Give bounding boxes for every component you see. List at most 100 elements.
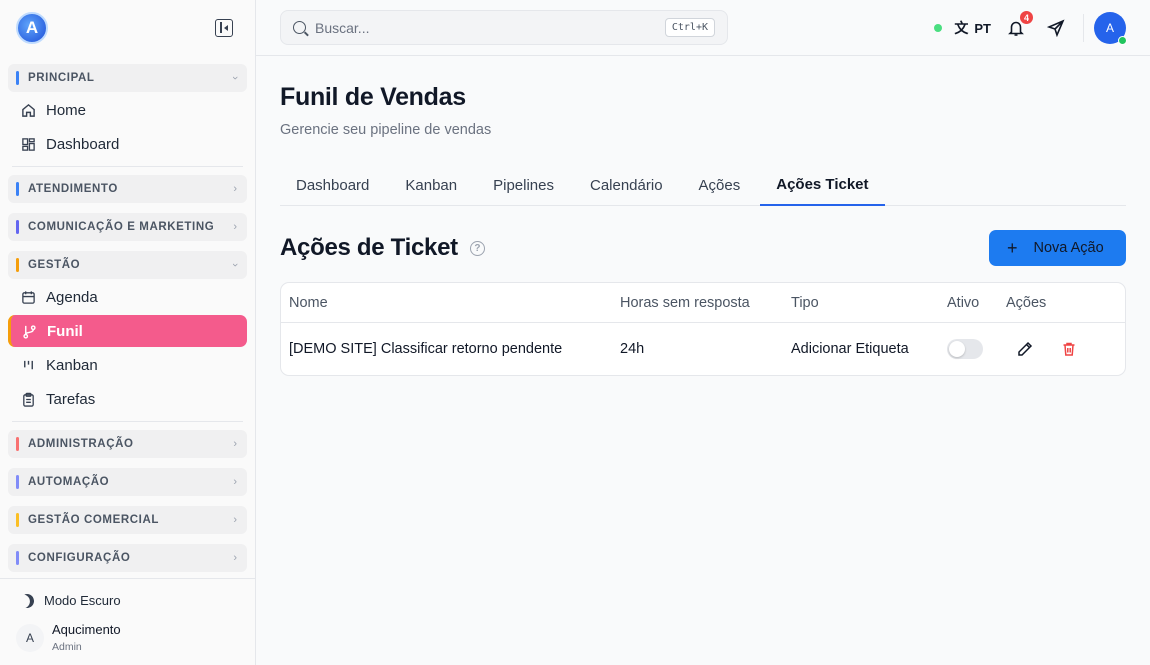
cell-acoes bbox=[1006, 340, 1106, 358]
sidebar-item-label: Tarefas bbox=[46, 390, 96, 408]
chevron-right-icon: › bbox=[233, 438, 237, 450]
topbar-actions: 文 PT 4 A bbox=[934, 10, 1127, 45]
divider bbox=[12, 421, 243, 422]
sidebar-item-label: Funil bbox=[47, 322, 83, 340]
column-header-nome: Nome bbox=[289, 294, 328, 311]
tabs: Dashboard Kanban Pipelines Calendário Aç… bbox=[280, 164, 1126, 206]
shortcut-hint: Ctrl+K bbox=[664, 18, 715, 37]
section-label: CONFIGURAÇÃO bbox=[28, 552, 131, 564]
tab-acoes-ticket[interactable]: Ações Ticket bbox=[760, 164, 885, 206]
chevron-right-icon: › bbox=[233, 221, 237, 233]
main-content: Funil de Vendas Gerencie seu pipeline de… bbox=[280, 56, 1126, 376]
user-name: Aqucimento bbox=[52, 622, 121, 637]
user-role: Admin bbox=[52, 641, 82, 653]
trash-icon[interactable] bbox=[1060, 340, 1078, 358]
search-box[interactable]: Ctrl+K bbox=[280, 10, 728, 45]
section-label: ATENDIMENTO bbox=[28, 183, 118, 195]
section-header: Ações de Ticket ? + Nova Ação bbox=[280, 230, 1126, 266]
home-icon bbox=[20, 102, 36, 118]
tab-dashboard[interactable]: Dashboard bbox=[280, 164, 385, 206]
cell-ativo bbox=[947, 339, 1006, 359]
branch-icon bbox=[21, 323, 37, 339]
section-label: AUTOMAÇÃO bbox=[28, 476, 110, 488]
search-icon bbox=[293, 21, 306, 34]
cell-horas: 24h bbox=[620, 341, 645, 357]
section-label: PRINCIPAL bbox=[28, 72, 95, 84]
notifications-button[interactable]: 4 bbox=[1007, 10, 1034, 37]
help-icon[interactable]: ? bbox=[469, 240, 485, 256]
sidebar-item-label: Home bbox=[46, 101, 87, 119]
sidebar-item-dashboard[interactable]: Dashboard bbox=[8, 128, 247, 160]
section-color-bar bbox=[16, 258, 19, 272]
user-avatar: A bbox=[16, 623, 44, 652]
section-label: GESTÃO COMERCIAL bbox=[28, 514, 159, 526]
sidebar-sections: PRINCIPAL › Home Dashboard ATENDIMENTO ›… bbox=[0, 64, 255, 572]
sidebar-header: A bbox=[0, 0, 255, 56]
section-principal[interactable]: PRINCIPAL › bbox=[8, 64, 247, 92]
user-profile[interactable]: A Aqucimento Admin bbox=[16, 622, 239, 653]
chevron-right-icon: › bbox=[233, 183, 237, 195]
online-status-dot bbox=[1118, 36, 1127, 45]
kanban-icon bbox=[20, 357, 36, 373]
tab-calendario[interactable]: Calendário bbox=[574, 164, 679, 206]
section-label: GESTÃO bbox=[28, 259, 81, 271]
cell-tipo: Adicionar Etiqueta bbox=[791, 341, 909, 357]
translate-icon: 文 bbox=[954, 20, 969, 36]
tab-acoes[interactable]: Ações bbox=[683, 164, 757, 206]
divider bbox=[12, 166, 243, 167]
section-administracao[interactable]: ADMINISTRAÇÃO › bbox=[8, 430, 247, 458]
sidebar-footer: Modo Escuro A Aqucimento Admin bbox=[0, 578, 255, 665]
section-atendimento[interactable]: ATENDIMENTO › bbox=[8, 175, 247, 203]
connection-status-dot bbox=[934, 24, 943, 32]
section-gestao[interactable]: GESTÃO › bbox=[8, 251, 247, 279]
sidebar-item-funil[interactable]: Funil bbox=[8, 315, 247, 347]
section-automacao[interactable]: AUTOMAÇÃO › bbox=[8, 468, 247, 496]
column-header-horas: Horas sem resposta bbox=[620, 294, 750, 311]
app-logo[interactable]: A bbox=[16, 12, 48, 44]
edit-icon[interactable] bbox=[1016, 340, 1034, 358]
section-title: Ações de Ticket ? bbox=[280, 234, 485, 262]
sidebar-item-label: Kanban bbox=[46, 356, 98, 374]
clipboard-icon bbox=[20, 391, 36, 407]
sidebar-item-kanban[interactable]: Kanban bbox=[8, 349, 247, 381]
tab-pipelines[interactable]: Pipelines bbox=[477, 164, 570, 206]
sidebar-item-home[interactable]: Home bbox=[8, 94, 247, 126]
column-header-acoes: Ações bbox=[1006, 294, 1047, 311]
topbar: Ctrl+K 文 PT 4 A bbox=[256, 0, 1150, 56]
sidebar-item-label: Dashboard bbox=[46, 135, 120, 153]
section-label: COMUNICAÇÃO E MARKETING bbox=[28, 221, 215, 233]
active-toggle[interactable] bbox=[947, 339, 983, 359]
column-header-ativo: Ativo bbox=[947, 294, 980, 311]
chevron-right-icon: › bbox=[233, 514, 237, 526]
sidebar-item-agenda[interactable]: Agenda bbox=[8, 281, 247, 313]
section-title-text: Ações de Ticket bbox=[280, 234, 458, 261]
sidebar: A PRINCIPAL › Home Dashboard ATENDIMENTO… bbox=[0, 0, 256, 665]
chevron-down-icon: › bbox=[229, 263, 242, 267]
sidebar-collapse-icon[interactable] bbox=[215, 19, 233, 37]
plus-icon: + bbox=[1007, 237, 1018, 258]
calendar-icon bbox=[20, 289, 36, 305]
section-color-bar bbox=[16, 513, 19, 527]
chevron-right-icon: › bbox=[233, 476, 237, 488]
sidebar-item-tarefas[interactable]: Tarefas bbox=[8, 383, 247, 415]
dashboard-icon bbox=[20, 136, 36, 152]
section-comunicacao[interactable]: COMUNICAÇÃO E MARKETING › bbox=[8, 213, 247, 241]
chevron-down-icon: › bbox=[229, 76, 242, 80]
new-action-button[interactable]: + Nova Ação bbox=[989, 230, 1126, 266]
page-title: Funil de Vendas bbox=[280, 83, 466, 111]
language-switcher[interactable]: 文 PT bbox=[954, 18, 991, 38]
section-color-bar bbox=[16, 71, 19, 85]
column-header-tipo: Tipo bbox=[791, 294, 819, 311]
actions-table: Nome Horas sem resposta Tipo Ativo Ações… bbox=[280, 282, 1126, 376]
section-color-bar bbox=[16, 551, 19, 565]
dark-mode-toggle[interactable]: Modo Escuro bbox=[20, 593, 239, 608]
cell-nome: [DEMO SITE] Classificar retorno pendente bbox=[289, 341, 563, 357]
tab-kanban[interactable]: Kanban bbox=[389, 164, 473, 206]
section-gestao-comercial[interactable]: GESTÃO COMERCIAL › bbox=[8, 506, 247, 534]
divider bbox=[1083, 14, 1084, 42]
table-row: [DEMO SITE] Classificar retorno pendente… bbox=[281, 323, 1125, 375]
send-icon[interactable] bbox=[1047, 19, 1065, 37]
section-configuracao[interactable]: CONFIGURAÇÃO › bbox=[8, 544, 247, 572]
search-input[interactable] bbox=[315, 19, 665, 36]
user-avatar-button[interactable]: A bbox=[1094, 12, 1127, 45]
